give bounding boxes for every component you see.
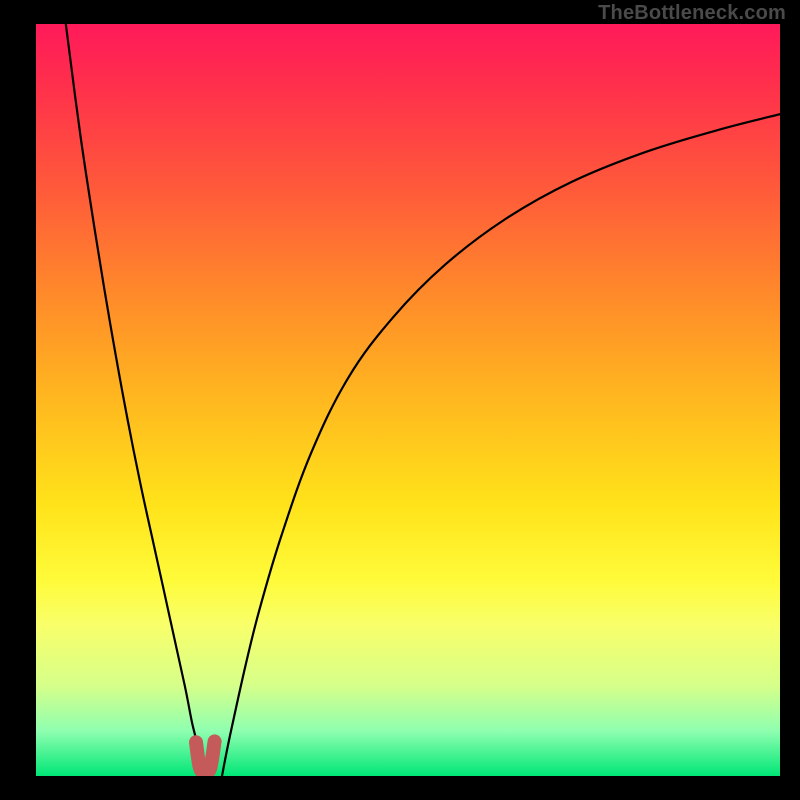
chart-svg — [36, 24, 780, 776]
left-curve — [66, 24, 204, 776]
chart-frame: TheBottleneck.com — [0, 0, 800, 800]
plot-area — [36, 24, 780, 776]
watermark-text: TheBottleneck.com — [598, 2, 786, 25]
marker-curve — [196, 741, 215, 772]
right-curve — [222, 114, 780, 776]
